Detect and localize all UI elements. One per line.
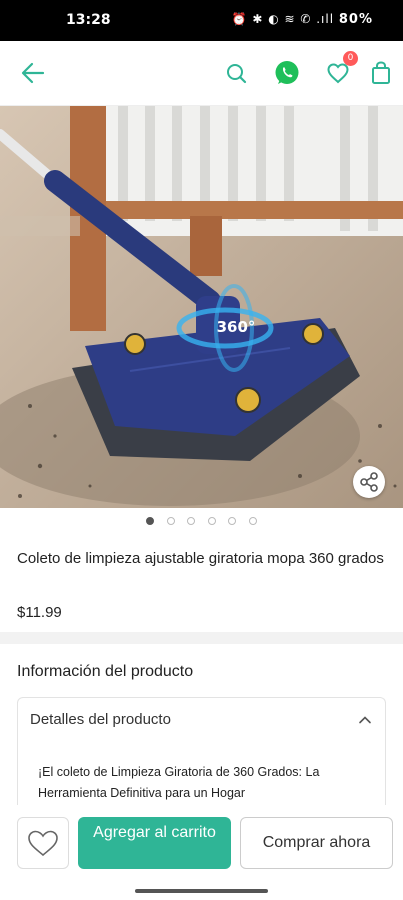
buy-now-button[interactable]: Comprar ahora <box>240 817 393 869</box>
whatsapp-icon[interactable] <box>273 59 301 87</box>
wishlist-heart-icon[interactable]: 0 <box>324 51 358 87</box>
carousel-dot[interactable] <box>207 517 216 525</box>
carousel-dot[interactable] <box>248 517 257 525</box>
bottom-action-bar: Agregar al carrito Comprar ahora <box>0 805 403 900</box>
share-icon <box>360 472 378 492</box>
share-button[interactable] <box>353 466 385 498</box>
search-icon[interactable] <box>222 59 250 87</box>
add-to-cart-button[interactable]: Agregar al carrito <box>78 817 231 869</box>
rotation-360-label: 360° <box>217 318 256 336</box>
carousel-dot[interactable] <box>166 517 175 525</box>
carousel-dot[interactable] <box>228 517 237 525</box>
product-description: ¡El coleto de Limpieza Giratoria de 360 … <box>38 765 320 800</box>
back-arrow-icon[interactable] <box>19 59 47 87</box>
product-title: Coleto de limpieza ajustable giratoria m… <box>17 550 384 567</box>
carousel-dot[interactable] <box>187 517 196 525</box>
product-details-accordion: Detalles del producto ¡El coleto de Limp… <box>17 697 386 818</box>
wishlist-count-badge: 0 <box>343 51 358 66</box>
product-info-heading: Información del producto <box>17 663 194 680</box>
favorite-button[interactable] <box>17 817 69 869</box>
carousel-indicator <box>0 509 403 533</box>
product-details-toggle[interactable]: Detalles del producto <box>30 711 171 728</box>
battery-level: 80% <box>338 12 373 27</box>
status-time: 13:28 <box>66 12 111 28</box>
status-icons: ⏰ ✱ ◐ ≋ ✆ .ıll 80% <box>232 12 373 27</box>
product-price: $11.99 <box>17 604 62 621</box>
section-divider <box>0 632 403 644</box>
home-indicator[interactable] <box>135 889 268 893</box>
carousel-dot[interactable] <box>146 517 155 525</box>
product-image-carousel[interactable]: 360° <box>0 106 403 508</box>
heart-icon <box>28 830 58 857</box>
status-indicators: ⏰ ✱ ◐ ≋ ✆ .ıll <box>231 12 335 26</box>
chevron-up-icon[interactable] <box>357 712 373 728</box>
product-photo: 360° <box>0 106 403 508</box>
status-bar: 13:28 ⏰ ✱ ◐ ≋ ✆ .ıll 80% <box>0 0 403 41</box>
shopping-bag-icon[interactable] <box>367 59 395 87</box>
top-app-bar: 0 <box>0 41 403 106</box>
